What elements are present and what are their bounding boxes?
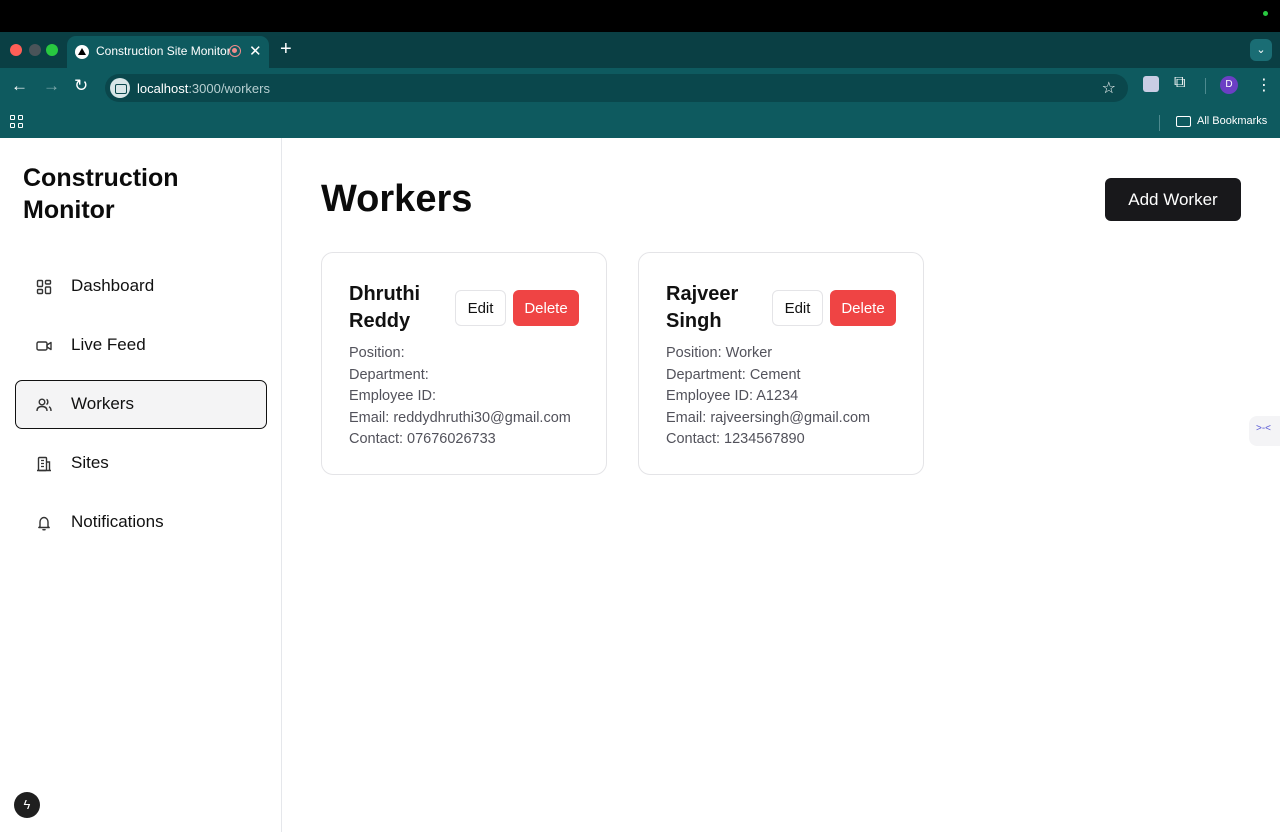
recording-icon [229, 45, 241, 57]
back-icon[interactable]: ← [11, 77, 28, 95]
add-worker-button[interactable]: Add Worker [1105, 178, 1241, 221]
extension-icon[interactable] [1143, 76, 1159, 92]
worker-name: Rajveer Singh [666, 283, 739, 332]
address-bar[interactable]: localhost:3000/workers ☆ [105, 74, 1128, 102]
worker-email: Email: reddydhruthi30@gmail.com [349, 409, 571, 426]
sidebar-item-label: Dashboard [71, 276, 155, 295]
extensions-puzzle-icon[interactable]: ⧉ [1174, 74, 1185, 92]
worker-email: Email: rajveersingh@gmail.com [666, 409, 871, 426]
sidebar-item-label: Workers [71, 394, 134, 413]
sidebar-item-live-feed[interactable]: Live Feed [15, 321, 267, 370]
edit-button[interactable]: Edit [772, 290, 823, 326]
worker-card: Rajveer Singh Edit Delete Position: Work… [638, 252, 924, 475]
building-icon [37, 456, 51, 472]
delete-button[interactable]: Delete [513, 290, 579, 326]
folder-icon[interactable] [1176, 116, 1191, 127]
sidebar: Construction Monitor Dashboard Live Feed [0, 138, 282, 832]
users-icon [36, 398, 52, 412]
bookmarks-divider [1159, 115, 1160, 131]
tab-close-icon[interactable]: ✕ [249, 42, 262, 60]
worker-position: Position: Worker [666, 345, 773, 361]
floating-widget-button[interactable]: >-< [1249, 416, 1280, 446]
worker-card: Dhruthi Reddy Edit Delete Position: Depa… [321, 252, 607, 475]
sidebar-item-notifications[interactable]: Notifications [15, 498, 267, 547]
worker-department: Department: [349, 366, 429, 383]
forward-icon[interactable]: → [43, 77, 60, 95]
window-minimize-button[interactable] [29, 44, 41, 56]
toolbar-divider [1205, 78, 1206, 94]
tab-strip: Construction Site Monitor ✕ + ⌄ [0, 32, 1280, 68]
tab-search-button[interactable]: ⌄ [1250, 39, 1272, 61]
sidebar-item-workers[interactable]: Workers [15, 380, 267, 429]
widget-icon: >-< [1256, 423, 1272, 434]
sidebar-item-label: Sites [71, 453, 109, 472]
worker-contact: Contact: 1234567890 [666, 431, 805, 447]
site-info-icon[interactable] [110, 78, 130, 98]
worker-contact: Contact: 07676026733 [349, 431, 496, 447]
app-viewport: Construction Monitor Dashboard Live Feed [0, 138, 1280, 832]
sidebar-item-label: Notifications [71, 512, 164, 531]
bookmarks-bar: All Bookmarks [0, 106, 1280, 138]
window-maximize-button[interactable] [46, 44, 58, 56]
window-close-button[interactable] [10, 44, 22, 56]
worker-department: Department: Cement [666, 366, 801, 383]
worker-employee-id: Employee ID: A1234 [666, 388, 799, 404]
worker-details: Position: Department: Employee ID: Email… [349, 343, 571, 451]
reload-icon[interactable]: ↻ [74, 77, 88, 95]
all-bookmarks-link[interactable]: All Bookmarks [1197, 115, 1267, 127]
more-menu-icon[interactable]: ⋮ [1256, 75, 1272, 95]
dashboard-icon [36, 279, 52, 295]
worker-name: Dhruthi Reddy [349, 283, 421, 332]
browser-toolbar: ← → ↻ localhost:3000/workers ☆ ⧉ D ⋮ [0, 68, 1280, 106]
profile-avatar[interactable]: D [1220, 76, 1238, 94]
delete-button[interactable]: Delete [830, 290, 896, 326]
edit-button[interactable]: Edit [455, 290, 506, 326]
main-content: Workers Add Worker Dhruthi Reddy Edit De… [282, 138, 1280, 832]
sidebar-item-label: Live Feed [71, 335, 146, 354]
tab-title: Construction Site Monitor [96, 44, 231, 58]
bolt-icon[interactable]: ϟ [14, 792, 40, 818]
bookmark-star-icon[interactable]: ☆ [1102, 78, 1116, 98]
sidebar-item-dashboard[interactable]: Dashboard [15, 262, 267, 311]
worker-position: Position: [349, 345, 405, 361]
url-text[interactable]: localhost:3000/workers [137, 81, 270, 96]
apps-grid-icon[interactable] [10, 115, 24, 129]
video-icon [36, 341, 52, 351]
worker-employee-id: Employee ID: [349, 388, 437, 404]
favicon-icon [75, 45, 89, 59]
app-brand: Construction Monitor [23, 164, 179, 224]
new-tab-button[interactable]: + [280, 39, 292, 59]
sidebar-item-sites[interactable]: Sites [15, 439, 267, 488]
os-menu-bar [0, 0, 1280, 32]
browser-tab[interactable]: Construction Site Monitor ✕ [67, 36, 269, 68]
browser-chrome: Construction Site Monitor ✕ + ⌄ ← → ↻ lo… [0, 32, 1280, 138]
bell-icon [38, 516, 50, 531]
status-dot [1263, 11, 1268, 16]
page-title: Workers [321, 178, 473, 220]
worker-details: Position: Worker Department: Cement Empl… [666, 343, 870, 451]
